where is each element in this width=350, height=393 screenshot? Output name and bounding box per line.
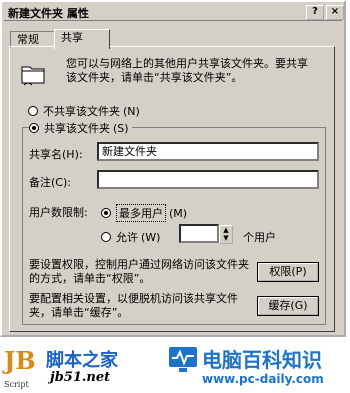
not-shared-option[interactable]: 不共享该文件夹 (N) [28,103,140,119]
not-shared-label: 不共享该文件夹 [43,105,120,118]
share-description: 您可以与网络上的其他用户共享该文件夹。要共享该文件夹，请单击“共享该文件夹”。 [66,57,308,84]
max-users-key: (M) [169,206,188,220]
sharing-panel: 您可以与网络上的其他用户共享该文件夹。要共享该文件夹，请单击“共享该文件夹”。 … [9,46,335,332]
help-button[interactable]: ? [306,5,324,20]
watermark-banner: JB Script 脚本之家 jb51.net 电脑百科知识 www.pc-da… [0,340,350,393]
shared-key: (S) [113,121,129,135]
jb-logo-mark: JB [4,346,36,375]
comment-label: 备注(C): [29,176,71,189]
shared-label: 共享该文件夹 [44,122,110,135]
max-users-option[interactable]: 最多用户 (M) [101,204,187,222]
pc-daily-site-url: www.pc-daily.com [202,372,324,386]
monitor-icon [169,347,197,372]
spin-down-icon[interactable]: ▼ [220,234,232,242]
radio-max-users[interactable] [101,208,111,218]
radio-allow-users[interactable] [101,232,111,242]
properties-dialog: 新建文件夹 属性 ? × 常规 共享 您可以与网络上的其他用户共享该文件夹。要共… [0,0,346,337]
comment-input[interactable] [97,170,319,189]
max-users-label: 最多用户 [116,204,166,222]
radio-shared[interactable] [29,123,39,133]
share-group: 共享该文件夹 (S) 共享名(H): 新建文件夹 备注(C): 用户数限制: 最… [22,120,326,325]
permissions-button[interactable]: 权限(P) [257,262,319,282]
pc-daily-site-name: 电脑百科知识 [202,348,322,372]
folder-share-icon [21,66,45,86]
allow-users-count-input[interactable] [179,224,219,243]
share-name-input[interactable]: 新建文件夹 [97,142,319,161]
allow-users-option[interactable]: 允许 (W) [101,229,160,245]
close-button[interactable]: × [326,5,344,20]
permissions-description: 要设置权限，控制用户通过网络访问该文件夹的方式，请单击“权限”。 [29,258,249,285]
jb51-site-name: 脚本之家 [46,350,118,371]
jb-logo-sub: Script [4,380,29,389]
title-bar: 新建文件夹 属性 ? × [4,4,344,21]
dialog-title: 新建文件夹 属性 [8,7,89,20]
jb51-site-url: jb51.net [50,370,111,385]
cache-button-label: 缓存(G) [258,297,318,315]
share-name-label: 共享名(H): [29,148,83,161]
radio-not-shared[interactable] [28,106,38,116]
users-suffix-label: 个用户 [243,231,276,244]
permissions-button-label: 权限(P) [258,263,318,281]
not-shared-key: (N) [123,104,140,118]
cache-description: 要配置相关设置，以便脱机访问该共享文件夹，请单击“缓存”。 [29,292,238,319]
cache-button[interactable]: 缓存(G) [257,296,319,316]
shared-option[interactable]: 共享该文件夹 (S) [29,120,132,136]
allow-users-label: 允许 [116,231,138,244]
tab-sharing[interactable]: 共享 [54,29,110,49]
allow-users-key: (W) [141,230,161,244]
user-limit-label: 用户数限制: [29,206,88,219]
users-spinner[interactable]: ▲ ▼ [219,225,233,244]
spin-up-icon[interactable]: ▲ [220,226,232,234]
